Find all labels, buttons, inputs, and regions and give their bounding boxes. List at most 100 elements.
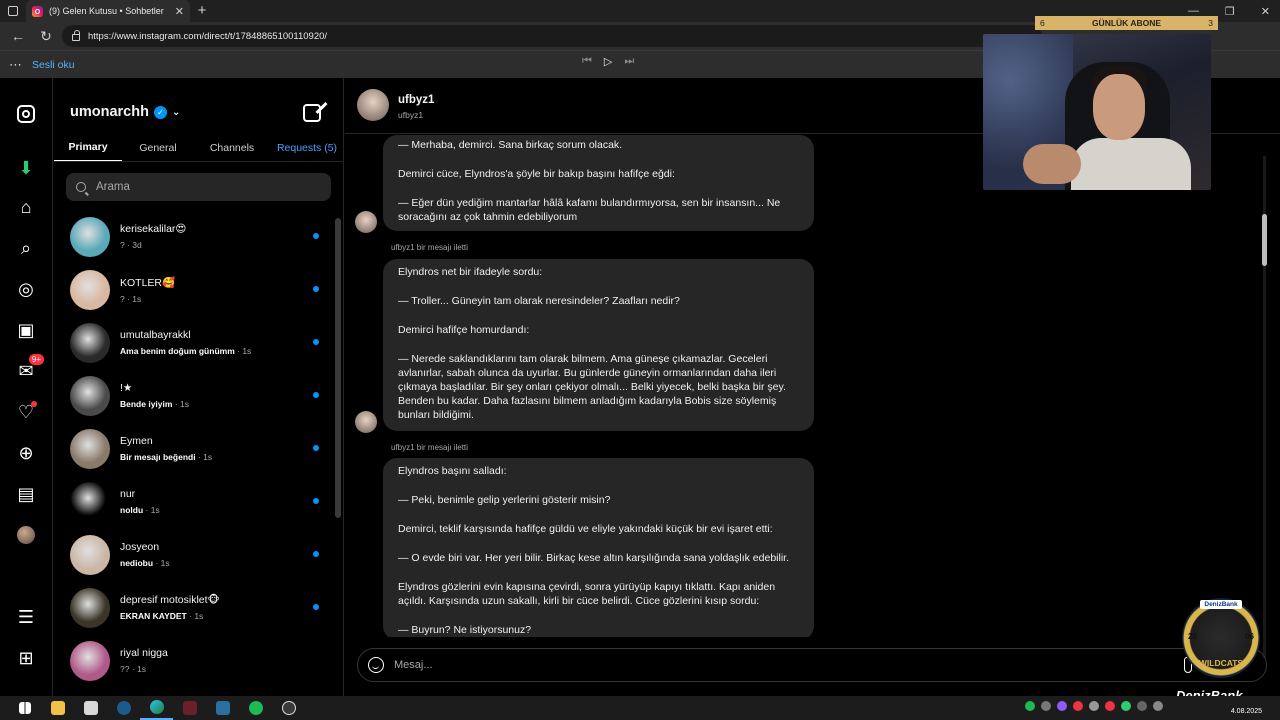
tab-requests[interactable]: Requests (5): [270, 134, 344, 161]
tray-shield-icon[interactable]: [1121, 701, 1131, 711]
message-bubble[interactable]: Elyndros başını salladı: — Peki, benimle …: [383, 458, 814, 637]
message-paragraph: Demirci cüce, Elyndros'a şöyle bir bakıp…: [398, 168, 675, 180]
unread-dot: [313, 339, 319, 345]
thread-meta: riyal nigga?? · 1s: [120, 647, 168, 674]
thread-preview: Ama benim doğum günümm: [120, 346, 235, 356]
message-input[interactable]: [394, 659, 1114, 671]
messages-icon[interactable]: ✉ 9+: [14, 354, 44, 383]
tray-display-icon[interactable]: [1137, 701, 1147, 711]
search-box[interactable]: [66, 173, 331, 201]
spotify-icon[interactable]: [239, 696, 272, 720]
thread-item[interactable]: umutalbayrakkl Ama benim doğum günümm · 1…: [54, 316, 339, 369]
chat-scroll-thumb[interactable]: [1262, 214, 1267, 266]
apps-icon[interactable]: ⊞: [14, 646, 38, 670]
thread-meta: umutalbayrakkl Ama benim doğum günümm · 1…: [120, 329, 251, 356]
maximize-button[interactable]: ❐: [1225, 5, 1235, 18]
abone-label: GÜNLÜK ABONE: [1091, 18, 1162, 28]
tray-usb-icon[interactable]: [1089, 701, 1099, 711]
download-icon[interactable]: ⬇: [14, 156, 38, 180]
new-tab-button[interactable]: +: [190, 0, 214, 22]
message-bubble[interactable]: Elyndros net bir ifadeyle sordu: — Trolle…: [383, 259, 814, 431]
reels-icon[interactable]: ▣: [14, 318, 38, 342]
tray-pen-icon[interactable]: [1057, 701, 1067, 711]
tray-red-icon[interactable]: [1105, 701, 1115, 711]
forwarded-label: ufbyz1 bir mesajı iletti: [391, 443, 468, 452]
thread-item[interactable]: Eymen Bir mesajı beğendi · 1s: [54, 422, 339, 475]
badge-year-left: 20: [1188, 632, 1197, 641]
thread-name: !★: [120, 382, 133, 394]
search-nav-icon[interactable]: ⌕: [14, 236, 38, 260]
thread-preview: noldu: [120, 505, 144, 515]
unread-dot: [313, 392, 319, 398]
obs-icon[interactable]: [272, 696, 305, 720]
abone-right-count: 3: [1208, 18, 1213, 28]
url-text: https://www.instagram.com/direct/t/17848…: [88, 30, 328, 42]
store-icon[interactable]: [74, 696, 107, 720]
url-field[interactable]: https://www.instagram.com/direct/t/17848…: [62, 25, 1042, 47]
file-explorer-icon[interactable]: [41, 696, 74, 720]
tray-volume-icon[interactable]: [1153, 701, 1163, 711]
tab-close-button[interactable]: ✕: [175, 5, 184, 18]
thread-avatar: [70, 587, 110, 628]
message-bubble[interactable]: — Merhaba, demirci. Sana birkaç sorum ol…: [383, 135, 814, 231]
thread-item[interactable]: KOTLER🥰? · 1s: [54, 263, 339, 316]
close-window-button[interactable]: ✕: [1261, 5, 1270, 18]
steam-client-icon[interactable]: [206, 696, 239, 720]
thread-item[interactable]: riyal nigga?? · 1s: [54, 634, 339, 687]
thread-avatar: [70, 640, 110, 681]
tray-spotify-icon[interactable]: [1025, 701, 1035, 711]
create-icon[interactable]: ⊕: [14, 441, 38, 465]
previous-icon[interactable]: ⏮: [582, 55, 592, 68]
thread-item[interactable]: Josyeon nediobu · 1s: [54, 528, 339, 581]
tab-channels[interactable]: Channels: [194, 134, 270, 161]
back-button[interactable]: ←: [6, 24, 30, 48]
unread-dot: [313, 445, 319, 451]
thread-item[interactable]: nur noldu · 1s: [54, 475, 339, 528]
reload-button[interactable]: ↻: [34, 24, 58, 48]
thread-item[interactable]: !★ Bende iyiyim · 1s: [54, 369, 339, 422]
next-icon[interactable]: ⏭: [624, 55, 634, 68]
account-switcher[interactable]: umonarchh ✓ ⌄: [70, 104, 180, 120]
thread-item[interactable]: kerisekalilar😍? · 3d: [54, 210, 339, 263]
thread-preview-line: Ama benim doğum günümm · 1s: [120, 346, 251, 356]
new-message-icon[interactable]: [303, 104, 321, 122]
thread-preview: ??: [120, 664, 130, 674]
search-input[interactable]: [96, 181, 316, 193]
home-icon[interactable]: ⌂: [14, 195, 38, 219]
tab-general[interactable]: General: [122, 134, 194, 161]
lock-icon: [72, 30, 80, 41]
message-paragraph: Elyndros başını salladı:: [398, 465, 507, 477]
reload-icon: ↻: [40, 27, 52, 44]
emoji-icon[interactable]: [368, 657, 384, 673]
heart-icon[interactable]: ♡: [14, 400, 38, 424]
thread-item[interactable]: depresif motosiklet🐵 EKRAN KAYDET · 1s: [54, 581, 339, 634]
tab-primary[interactable]: Primary: [54, 134, 122, 161]
start-button[interactable]: [8, 696, 41, 720]
play-icon[interactable]: ▷: [604, 55, 612, 68]
browser-tab-instagram[interactable]: (9) Gelen Kutusu • Sohbetler ✕: [26, 0, 190, 22]
more-options-icon[interactable]: ⋯: [0, 57, 32, 73]
tray-mic-icon[interactable]: [1073, 701, 1083, 711]
thread-time: · 1s: [189, 611, 204, 621]
edge-browser-icon[interactable]: [140, 696, 173, 720]
thread-time: · 1s: [127, 293, 142, 304]
thread-preview-line: nediobu · 1s: [120, 558, 170, 568]
read-aloud-label[interactable]: Sesli oku: [32, 59, 75, 71]
explore-icon[interactable]: ◎: [14, 277, 38, 301]
inbox-scrollbar[interactable]: [335, 218, 341, 518]
chat-scrollbar[interactable]: [1261, 156, 1268, 658]
message-composer[interactable]: ♡: [357, 648, 1267, 682]
thread-name: riyal nigga: [120, 647, 168, 659]
instagram-logo-icon[interactable]: [14, 102, 38, 126]
message-paragraph: — Merhaba, demirci. Sana birkaç sorum ol…: [398, 139, 623, 151]
menu-icon[interactable]: ☰: [14, 605, 38, 629]
unread-dot: [313, 233, 319, 239]
profile-icon[interactable]: [14, 523, 38, 547]
tray-app-icon[interactable]: [1041, 701, 1051, 711]
tab-actions-button[interactable]: [0, 0, 26, 22]
app-icon[interactable]: [173, 696, 206, 720]
message-paragraph: Demirci, teklif karşısında hafifçe güldü…: [398, 523, 773, 535]
dashboard-icon[interactable]: ▤: [14, 482, 38, 506]
thread-time: · 3d: [127, 240, 142, 250]
steam-icon[interactable]: [107, 696, 140, 720]
